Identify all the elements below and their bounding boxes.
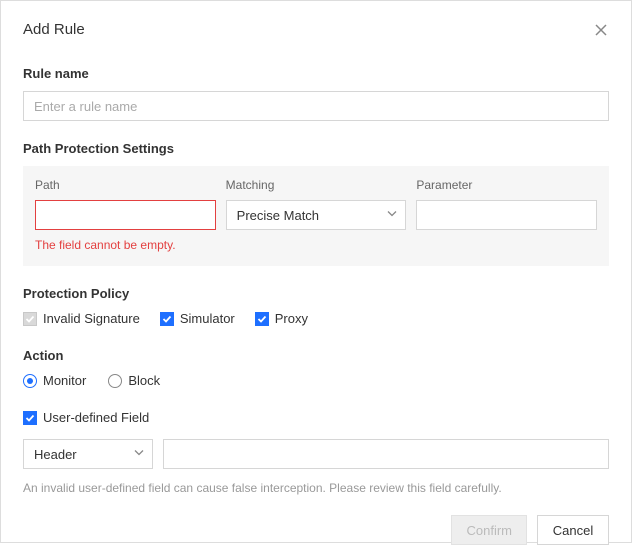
checkbox-icon	[160, 312, 174, 326]
dialog-header: Add Rule	[23, 21, 609, 38]
checkbox-label: Proxy	[275, 311, 308, 326]
dialog-footer: Confirm Cancel	[23, 515, 609, 545]
hint-text: An invalid user-defined field can cause …	[23, 481, 609, 495]
action-row: Monitor Block	[23, 373, 609, 388]
close-icon[interactable]	[593, 22, 609, 38]
action-label: Action	[23, 348, 609, 363]
cancel-button[interactable]: Cancel	[537, 515, 609, 545]
policy-label: Protection Policy	[23, 286, 609, 301]
simulator-checkbox[interactable]: Simulator	[160, 311, 235, 326]
checkbox-label: Invalid Signature	[43, 311, 140, 326]
rule-name-input[interactable]	[23, 91, 609, 121]
policy-row: Invalid Signature Simulator Proxy	[23, 311, 609, 326]
radio-label: Block	[128, 373, 160, 388]
radio-icon	[108, 374, 122, 388]
checkbox-icon	[23, 312, 37, 326]
radio-label: Monitor	[43, 373, 86, 388]
path-error-text: The field cannot be empty.	[35, 238, 597, 252]
checkbox-label: User-defined Field	[43, 410, 149, 425]
block-radio[interactable]: Block	[108, 373, 160, 388]
parameter-input[interactable]	[416, 200, 597, 230]
invalid-signature-checkbox: Invalid Signature	[23, 311, 140, 326]
user-defined-type-select[interactable]	[23, 439, 153, 469]
proxy-checkbox[interactable]: Proxy	[255, 311, 308, 326]
radio-icon	[23, 374, 37, 388]
path-settings-label: Path Protection Settings	[23, 141, 609, 156]
matching-select[interactable]	[226, 200, 407, 230]
matching-value[interactable]	[226, 200, 407, 230]
path-input[interactable]	[35, 200, 216, 230]
path-settings-box: Path Matching Parameter The field cannot…	[23, 166, 609, 266]
dialog-title: Add Rule	[23, 21, 85, 38]
user-defined-inputs	[23, 439, 609, 469]
monitor-radio[interactable]: Monitor	[23, 373, 86, 388]
confirm-button[interactable]: Confirm	[451, 515, 527, 545]
checkbox-icon	[255, 312, 269, 326]
user-defined-checkbox[interactable]: User-defined Field	[23, 410, 609, 425]
parameter-col-label: Parameter	[416, 178, 597, 192]
checkbox-icon	[23, 411, 37, 425]
checkbox-label: Simulator	[180, 311, 235, 326]
user-defined-value-input[interactable]	[163, 439, 609, 469]
rule-name-label: Rule name	[23, 66, 609, 81]
matching-col-label: Matching	[226, 178, 407, 192]
user-defined-type-value[interactable]	[23, 439, 153, 469]
add-rule-dialog: Add Rule Rule name Path Protection Setti…	[0, 0, 632, 543]
path-col-label: Path	[35, 178, 216, 192]
